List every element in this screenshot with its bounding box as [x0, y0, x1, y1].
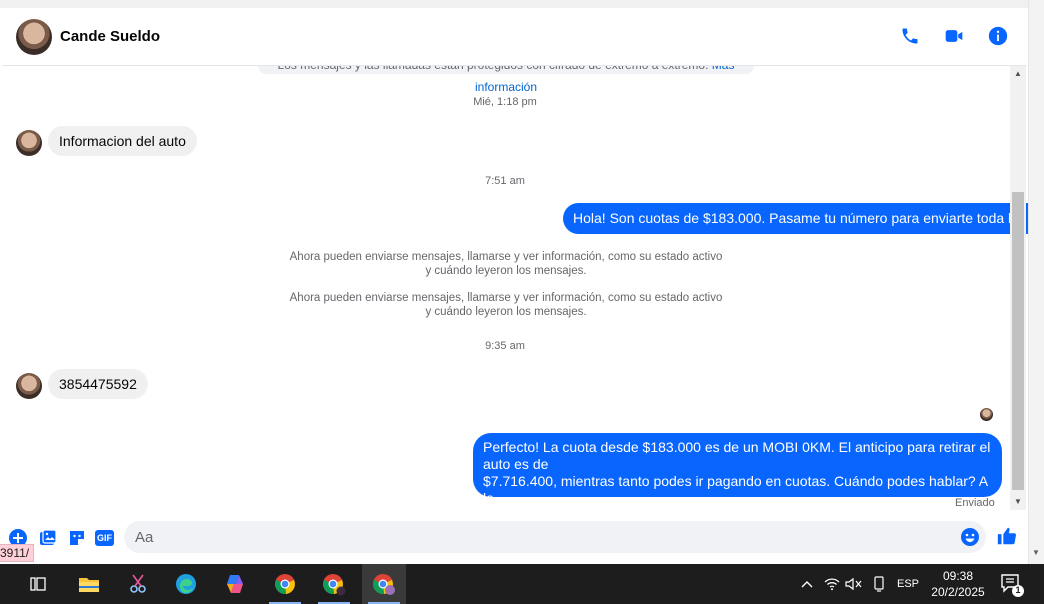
- system-message: Ahora pueden enviarse mensajes, llamarse…: [280, 250, 732, 278]
- sender-avatar[interactable]: [16, 130, 42, 156]
- show-hidden-icons-chevron-icon[interactable]: [796, 564, 818, 604]
- message-line: Perfecto! La cuota desde $183.000 es de …: [483, 439, 991, 472]
- system-message: Ahora pueden enviarse mensajes, llamarse…: [280, 291, 732, 319]
- voice-call-icon[interactable]: [898, 24, 922, 48]
- snipping-tool-icon[interactable]: [116, 564, 160, 604]
- system-clock[interactable]: 09:38 20/2/2025: [928, 568, 988, 600]
- contact-name[interactable]: Cande Sueldo: [60, 28, 160, 45]
- device-icon[interactable]: [870, 564, 888, 604]
- contact-avatar[interactable]: [16, 18, 52, 55]
- system-message-line: y cuándo leyeron los mensajes.: [425, 306, 587, 318]
- page-scrollbar[interactable]: [1028, 0, 1044, 564]
- photo-icon[interactable]: [38, 528, 58, 548]
- edge-browser-icon[interactable]: [164, 564, 208, 604]
- wifi-icon[interactable]: [822, 564, 842, 604]
- copilot-icon[interactable]: [213, 564, 257, 604]
- message-line: $7.716.400, mientras tanto podes ir paga…: [483, 473, 988, 506]
- info-icon[interactable]: [986, 24, 1010, 48]
- notification-center-icon[interactable]: 1: [998, 572, 1026, 598]
- scroll-thumb[interactable]: [1012, 192, 1024, 490]
- page-scroll-down-icon[interactable]: ▼: [1032, 548, 1040, 557]
- sticker-icon[interactable]: [67, 528, 87, 548]
- composer: GIF: [0, 518, 1026, 556]
- chrome-profile-icon[interactable]: [312, 564, 356, 604]
- read-receipt-avatar: [980, 408, 993, 421]
- notification-count: 1: [1015, 585, 1021, 595]
- header-actions: [898, 24, 1010, 48]
- message-scrollbar[interactable]: ▲ ▼: [1010, 66, 1026, 510]
- volume-muted-icon[interactable]: [844, 564, 864, 604]
- clock-date: 20/2/2025: [931, 585, 985, 599]
- gif-icon[interactable]: GIF: [95, 528, 115, 548]
- timestamp: 7:51 am: [485, 175, 525, 187]
- task-view-icon[interactable]: [16, 564, 60, 604]
- outgoing-message[interactable]: Perfecto! La cuota desde $183.000 es de …: [473, 433, 1002, 523]
- link-preview-url: 3911/: [0, 544, 35, 562]
- window-top-strip: [0, 0, 1044, 8]
- sent-status: Enviado: [955, 497, 995, 509]
- sender-avatar[interactable]: [16, 373, 42, 399]
- timestamp: 9:35 am: [485, 340, 525, 352]
- scroll-up-arrow-icon[interactable]: ▲: [1010, 68, 1026, 80]
- system-message-line: y cuándo leyeron los mensajes.: [425, 265, 587, 277]
- video-call-icon[interactable]: [942, 24, 966, 48]
- clock-time: 09:38: [942, 569, 974, 583]
- gif-label: GIF: [95, 530, 114, 546]
- outgoing-message[interactable]: Hola! Son cuotas de $183.000. Pasame tu …: [563, 203, 1044, 257]
- incoming-message[interactable]: Informacion del auto: [48, 126, 197, 156]
- file-explorer-icon[interactable]: [67, 564, 111, 604]
- system-message-line: Ahora pueden enviarse mensajes, llamarse…: [289, 251, 723, 263]
- language-indicator[interactable]: ESP: [894, 564, 922, 604]
- emoji-icon[interactable]: [960, 527, 980, 547]
- taskbar: ESP 09:38 20/2/2025 1: [0, 564, 1044, 604]
- incoming-message[interactable]: 3854475592: [48, 369, 148, 399]
- system-message-line: Ahora pueden enviarse mensajes, llamarse…: [289, 292, 723, 304]
- chrome-profile-active-icon[interactable]: [362, 564, 406, 604]
- thumbs-up-icon[interactable]: [996, 525, 1018, 547]
- message-input[interactable]: [124, 521, 986, 553]
- chat-header: Cande Sueldo: [2, 8, 1026, 66]
- scroll-down-arrow-icon[interactable]: ▼: [1010, 496, 1026, 508]
- timestamp: Mié, 1:18 pm: [473, 96, 537, 108]
- chrome-icon[interactable]: [263, 564, 307, 604]
